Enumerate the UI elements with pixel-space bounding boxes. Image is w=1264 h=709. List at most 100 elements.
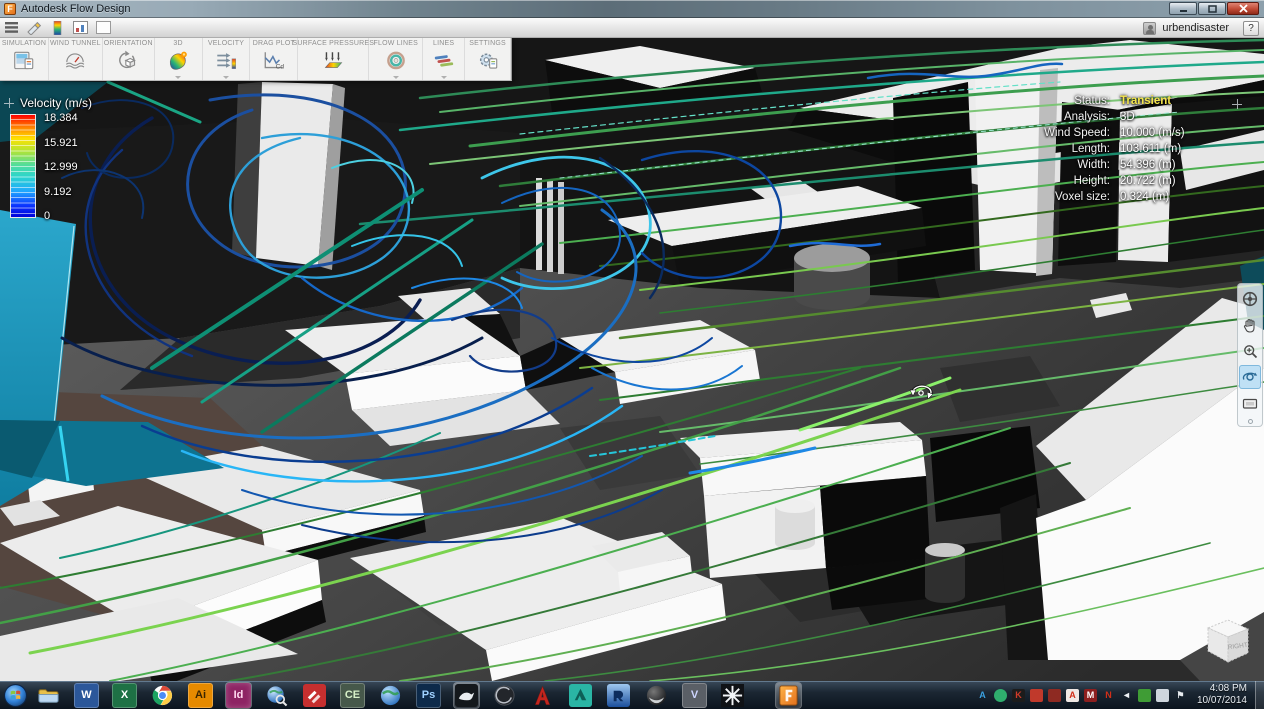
tab-velocity[interactable]: VELOCITY <box>203 38 251 80</box>
cityengine-taskbar-icon[interactable]: CE <box>340 683 365 708</box>
zoom-icon[interactable] <box>1239 339 1261 363</box>
tab-surface-pressures[interactable]: SURFACE PRESSURES <box>298 38 369 80</box>
screen: F Autodesk Flow Design urbendisaster ? S… <box>0 0 1264 709</box>
ribbon-toolbar: SIMULATION WIND TUNNELORIENTATION3D VELOCI… <box>0 38 512 81</box>
look-at-icon[interactable] <box>1239 391 1261 415</box>
velocity-legend[interactable]: Velocity (m/s) 18.38415.92112.9999.1920 <box>4 96 92 222</box>
chrome-taskbar-icon[interactable] <box>150 683 175 708</box>
simulation-icon <box>12 48 36 74</box>
tab-label: VELOCITY <box>208 40 244 47</box>
earth-search-taskbar-icon[interactable] <box>264 683 289 708</box>
globe-tray-icon[interactable] <box>994 689 1007 702</box>
taskbar-clock[interactable]: 4:08 PM 10/07/2014 <box>1197 683 1247 707</box>
tab-lines[interactable]: LINES <box>423 38 465 80</box>
tab-flow-lines[interactable]: FLOW LINES <box>369 38 423 80</box>
n-tray-icon[interactable]: N <box>1102 689 1115 702</box>
starburst-taskbar-icon[interactable] <box>720 683 745 708</box>
legend-title: Velocity (m/s) <box>20 96 92 110</box>
menu-icon[interactable] <box>3 20 20 35</box>
svg-text:Cd: Cd <box>275 64 284 71</box>
chevron-down-icon <box>223 76 229 79</box>
volume-tray-icon[interactable]: ◄ <box>1120 689 1133 702</box>
cinema4d-taskbar-icon[interactable] <box>492 683 517 708</box>
clock-time: 4:08 PM <box>1197 683 1247 695</box>
snip-tray-icon[interactable]: K <box>1012 689 1025 702</box>
info-value: Transient <box>1120 95 1224 107</box>
eco-tray-icon[interactable] <box>1138 689 1151 702</box>
rhino-taskbar-icon[interactable] <box>454 683 479 708</box>
m-tray-icon[interactable]: M <box>1084 689 1097 702</box>
sketchup-taskbar-icon[interactable] <box>302 683 327 708</box>
colorbar-icon[interactable] <box>49 20 66 35</box>
tab-simulation[interactable]: SIMULATION <box>0 38 49 80</box>
minimize-button[interactable] <box>1169 2 1197 15</box>
title-bar: F Autodesk Flow Design <box>0 0 1264 18</box>
info-label: Width: <box>988 159 1110 171</box>
tab-label: SURFACE PRESSURES <box>293 40 375 47</box>
simulation-info-panel: Status:TransientAnalysis:3DWind Speed:10… <box>988 95 1224 203</box>
username-label[interactable]: urbendisaster <box>1162 22 1229 34</box>
info-rows: Status:TransientAnalysis:3DWind Speed:10… <box>988 95 1224 203</box>
help-button[interactable]: ? <box>1243 21 1259 36</box>
ribbon-tabs: SIMULATION WIND TUNNELORIENTATION3D VELOCI… <box>0 38 511 80</box>
app-glyph: CE <box>340 683 365 708</box>
info-label: Height: <box>988 175 1110 187</box>
steering-wheel-icon[interactable] <box>1239 287 1261 311</box>
app-glyph: Ps <box>416 683 441 708</box>
google-earth-taskbar-icon[interactable] <box>378 683 403 708</box>
info-label: Voxel size: <box>988 191 1110 203</box>
tab-settings[interactable]: SETTINGS <box>465 38 511 80</box>
photoshop-taskbar-icon[interactable]: Ps <box>416 683 441 708</box>
vray-taskbar-icon[interactable]: V <box>682 683 707 708</box>
tab-label: SIMULATION <box>2 40 46 47</box>
move-handle-icon[interactable] <box>1232 99 1242 109</box>
app-glyph: X <box>112 683 137 708</box>
navbar-options-dot[interactable] <box>1248 419 1253 424</box>
display-tray-icon[interactable] <box>1156 689 1169 702</box>
info-value: 10.000 (m/s) <box>1120 127 1224 139</box>
dark-sphere-taskbar-icon[interactable] <box>644 683 669 708</box>
view-cube[interactable]: RIGHT <box>1196 612 1258 679</box>
autodesk-tray-icon[interactable]: A <box>976 689 989 702</box>
app-glyph: V <box>682 683 707 708</box>
tab-orientation[interactable]: ORIENTATION <box>103 38 155 80</box>
lines-icon <box>432 48 456 74</box>
pan-hand-icon[interactable] <box>1239 313 1261 337</box>
acrobat-tray-icon[interactable]: A <box>1066 689 1079 702</box>
taskbar: WXAiIdCEPsV AKAMN◄⚑ 4:08 PM 10/07/2014 <box>0 681 1264 709</box>
drag-plot-icon: Cd <box>262 48 286 74</box>
tab-wind-tunnel[interactable]: WIND TUNNEL <box>49 38 103 80</box>
flag-tray-icon[interactable]: ⚑ <box>1174 689 1187 702</box>
tab-3d[interactable]: 3D <box>155 38 203 80</box>
audio-red-tray-icon[interactable] <box>1048 689 1061 702</box>
tab-label: LINES <box>433 40 454 47</box>
excel-taskbar-icon[interactable]: X <box>112 683 137 708</box>
flow-lines-icon <box>384 48 408 74</box>
spray-icon[interactable] <box>26 20 43 35</box>
illustrator-taskbar-icon[interactable]: Ai <box>188 683 213 708</box>
info-label: Status: <box>988 95 1110 107</box>
chart-icon[interactable] <box>72 20 89 35</box>
tab-drag-plot[interactable]: DRAG PLOTCd <box>250 38 298 80</box>
start-button[interactable] <box>3 683 28 708</box>
tab-label: WIND TUNNEL <box>50 40 101 47</box>
close-button[interactable] <box>1227 2 1259 15</box>
info-value: 3D <box>1120 111 1224 123</box>
show-desktop-button[interactable] <box>1255 681 1264 709</box>
legend-colorbar <box>10 114 36 218</box>
new-window-icon[interactable] <box>95 20 112 35</box>
3dsmax-taskbar-icon[interactable] <box>568 683 593 708</box>
move-handle-icon[interactable] <box>4 98 14 108</box>
word-taskbar-icon[interactable]: W <box>74 683 99 708</box>
autocad-taskbar-icon[interactable] <box>530 683 555 708</box>
app-glyph: W <box>74 683 99 708</box>
maximize-button[interactable] <box>1198 2 1226 15</box>
revit-taskbar-icon[interactable] <box>606 683 631 708</box>
legend-tick: 0 <box>44 210 78 222</box>
flow-design-taskbar-icon[interactable] <box>776 683 801 708</box>
explorer-taskbar-icon[interactable] <box>36 683 61 708</box>
indesign-taskbar-icon[interactable]: Id <box>226 683 251 708</box>
pin-tray-icon[interactable] <box>1030 689 1043 702</box>
user-avatar[interactable] <box>1143 22 1156 35</box>
orbit-icon[interactable] <box>1239 365 1261 389</box>
